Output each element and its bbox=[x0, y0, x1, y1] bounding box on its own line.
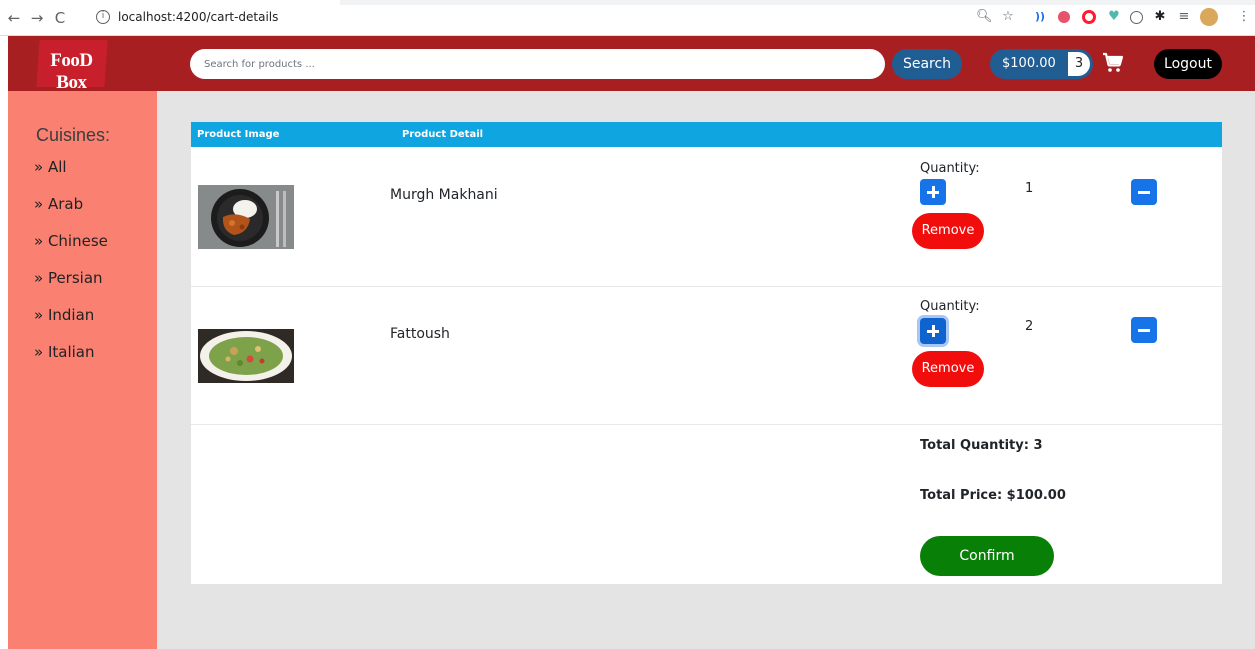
sidebar-item-persian[interactable]: » Persian bbox=[34, 269, 103, 287]
quantity-value: 2 bbox=[1025, 319, 1034, 334]
confirm-button[interactable]: Confirm bbox=[920, 536, 1054, 576]
forward-icon[interactable]: → bbox=[27, 8, 47, 28]
cuisine-sidebar: Cuisines: » All » Arab » Chinese » Persi… bbox=[8, 91, 157, 649]
wave-extension-icon[interactable]: )) bbox=[1032, 9, 1048, 25]
tab-strip bbox=[0, 0, 1255, 5]
product-image-murgh-makhani bbox=[198, 185, 294, 249]
decrease-quantity-button[interactable] bbox=[1131, 317, 1157, 343]
sidebar-item-all[interactable]: » All bbox=[34, 158, 67, 176]
quantity-label: Quantity: bbox=[920, 161, 980, 176]
puzzle-extension-icon[interactable]: ✱ bbox=[1152, 9, 1168, 25]
row-divider bbox=[191, 286, 1222, 287]
column-header-image: Product Image bbox=[197, 129, 280, 140]
browser-toolbar: ← → C i localhost:4200/cart-details 🔍︎ ☆… bbox=[0, 0, 1255, 36]
increase-quantity-button[interactable] bbox=[920, 179, 946, 205]
cart-icon[interactable] bbox=[1101, 51, 1125, 75]
cart-summary[interactable]: $100.00 3 bbox=[990, 49, 1093, 79]
decrease-quantity-button[interactable] bbox=[1131, 179, 1157, 205]
increase-quantity-button[interactable] bbox=[920, 318, 946, 344]
shield-extension-icon[interactable] bbox=[1058, 11, 1070, 23]
logo-text: FooD Box bbox=[50, 50, 93, 93]
table-header: Product Image Product Detail bbox=[191, 122, 1222, 147]
foodbox-logo[interactable]: FooD Box bbox=[36, 40, 108, 93]
info-icon[interactable]: i bbox=[96, 10, 110, 24]
minus-icon bbox=[1138, 191, 1150, 194]
sidebar-item-arab[interactable]: » Arab bbox=[34, 195, 83, 213]
app-header: FooD Box Search $100.00 3 Logout bbox=[8, 36, 1255, 93]
sidebar-title: Cuisines: bbox=[36, 125, 111, 145]
product-name: Fattoush bbox=[390, 326, 450, 342]
logout-button[interactable]: Logout bbox=[1154, 49, 1222, 79]
sidebar-item-italian[interactable]: » Italian bbox=[34, 343, 94, 361]
address-bar[interactable]: i localhost:4200/cart-details bbox=[96, 8, 336, 30]
total-price: Total Price: $100.00 bbox=[920, 488, 1066, 503]
search-input[interactable] bbox=[190, 49, 885, 79]
row-divider bbox=[191, 424, 1222, 425]
total-quantity: Total Quantity: 3 bbox=[920, 438, 1043, 453]
smile-extension-icon[interactable] bbox=[1130, 11, 1143, 24]
star-icon[interactable]: ☆ bbox=[1000, 9, 1016, 25]
url-text[interactable]: localhost:4200/cart-details bbox=[118, 10, 278, 24]
cart-total: $100.00 bbox=[1002, 56, 1056, 71]
product-image-fattoush bbox=[198, 329, 294, 383]
cart-table: Product Image Product Detail Murgh Makha… bbox=[191, 122, 1222, 584]
profile-avatar[interactable] bbox=[1200, 8, 1218, 26]
reload-icon[interactable]: C bbox=[50, 8, 70, 28]
kebab-menu-icon[interactable]: ⋮ bbox=[1236, 9, 1252, 25]
back-icon[interactable]: ← bbox=[4, 8, 24, 28]
heart-extension-icon[interactable]: ♥ bbox=[1106, 9, 1122, 25]
minus-icon bbox=[1138, 329, 1150, 332]
quantity-label: Quantity: bbox=[920, 299, 980, 314]
sidebar-item-indian[interactable]: » Indian bbox=[34, 306, 94, 324]
sidebar-item-chinese[interactable]: » Chinese bbox=[34, 232, 108, 250]
product-name: Murgh Makhani bbox=[390, 187, 498, 203]
column-header-detail: Product Detail bbox=[402, 129, 484, 140]
zoom-icon[interactable]: 🔍︎ bbox=[976, 9, 993, 25]
cart-count-badge: 3 bbox=[1068, 52, 1090, 76]
remove-button[interactable]: Remove bbox=[912, 213, 984, 249]
main-content: Product Image Product Detail Murgh Makha… bbox=[157, 91, 1255, 649]
opera-extension-icon[interactable] bbox=[1082, 10, 1096, 24]
remove-button[interactable]: Remove bbox=[912, 351, 984, 387]
quantity-value: 1 bbox=[1025, 181, 1034, 196]
reading-list-icon[interactable]: ≡ bbox=[1176, 9, 1192, 25]
search-button[interactable]: Search bbox=[892, 49, 962, 79]
